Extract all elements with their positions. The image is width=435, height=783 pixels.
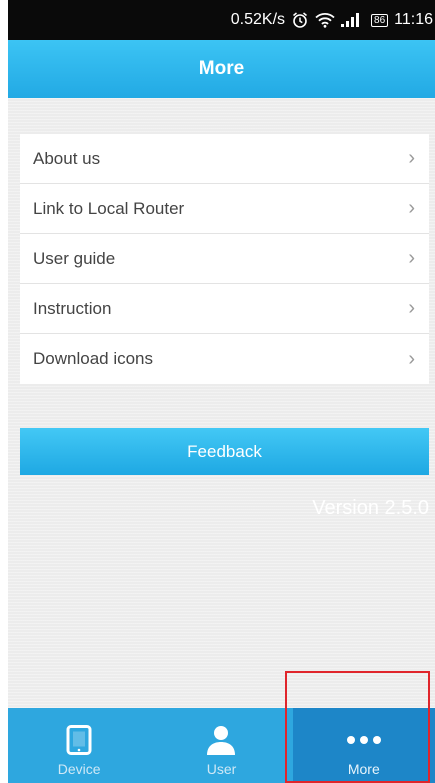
clock: 11:16 — [394, 11, 433, 28]
signal-icon — [341, 13, 360, 27]
tab-device[interactable]: Device — [8, 708, 150, 783]
bottom-tab-bar: Device User More — [8, 708, 435, 783]
menu-item-about-us[interactable]: About us › — [20, 134, 429, 184]
user-icon — [204, 722, 238, 758]
wifi-icon — [315, 12, 335, 28]
tab-label: User — [206, 761, 237, 777]
menu-item-user-guide[interactable]: User guide › — [20, 234, 429, 284]
chevron-right-icon: › — [408, 147, 415, 169]
menu-item-label: Link to Local Router — [33, 198, 185, 218]
tab-more[interactable]: More — [292, 708, 435, 783]
feedback-button[interactable]: Feedback — [20, 428, 429, 475]
title-bar: More — [8, 40, 435, 98]
menu-item-label: Instruction — [33, 298, 112, 318]
app-screen: 0.52K/s 86 11:16 More About us › Link to… — [8, 0, 435, 783]
more-menu: About us › Link to Local Router › User g… — [20, 134, 429, 384]
menu-item-label: Download icons — [33, 349, 154, 368]
page-title: More — [198, 58, 245, 79]
tab-user[interactable]: User — [150, 708, 292, 783]
battery-level: 86 — [371, 13, 389, 27]
tab-label: Device — [57, 761, 101, 777]
battery-icon: 86 — [365, 13, 389, 27]
chevron-right-icon: › — [408, 247, 415, 269]
chevron-right-icon: › — [408, 347, 415, 370]
menu-item-link-router[interactable]: Link to Local Router › — [20, 184, 429, 234]
status-bar: 0.52K/s 86 11:16 — [8, 0, 435, 40]
feedback-label: Feedback — [187, 441, 262, 461]
menu-item-download-icons[interactable]: Download icons › — [20, 334, 429, 384]
menu-item-instruction[interactable]: Instruction › — [20, 284, 429, 334]
menu-item-label: About us — [33, 148, 101, 168]
network-speed: 0.52K/s — [230, 11, 286, 28]
tab-label: More — [347, 761, 380, 777]
alarm-icon — [291, 11, 309, 29]
chevron-right-icon: › — [408, 197, 415, 219]
more-dots-icon — [344, 722, 384, 758]
tablet-icon — [64, 722, 94, 758]
chevron-right-icon: › — [408, 297, 415, 319]
menu-item-label: User guide — [33, 248, 116, 268]
version-text: Version 2.5.0 — [312, 497, 429, 519]
